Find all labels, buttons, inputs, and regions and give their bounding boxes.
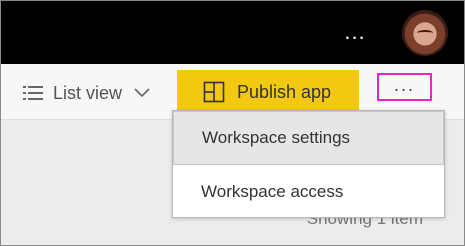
publish-app-button[interactable]: Publish app <box>177 70 359 114</box>
publish-app-icon <box>203 81 225 103</box>
menu-item-workspace-access[interactable]: Workspace access <box>173 165 444 219</box>
chevron-down-icon <box>134 88 150 98</box>
menu-item-workspace-settings[interactable]: Workspace settings <box>173 111 444 165</box>
menu-item-label: Workspace settings <box>202 128 351 147</box>
top-bar: ... <box>0 0 465 64</box>
list-view-label: List view <box>53 82 123 103</box>
list-icon <box>23 86 43 100</box>
menu-item-label: Workspace access <box>201 182 344 201</box>
more-options-button[interactable]: ... <box>341 21 369 43</box>
list-view-dropdown[interactable]: List view <box>23 81 150 105</box>
publish-app-label: Publish app <box>237 81 332 102</box>
toolbar-more-options-button[interactable]: ... <box>377 73 432 101</box>
more-options-menu: Workspace settings Workspace access <box>172 110 445 218</box>
avatar[interactable] <box>402 10 448 56</box>
